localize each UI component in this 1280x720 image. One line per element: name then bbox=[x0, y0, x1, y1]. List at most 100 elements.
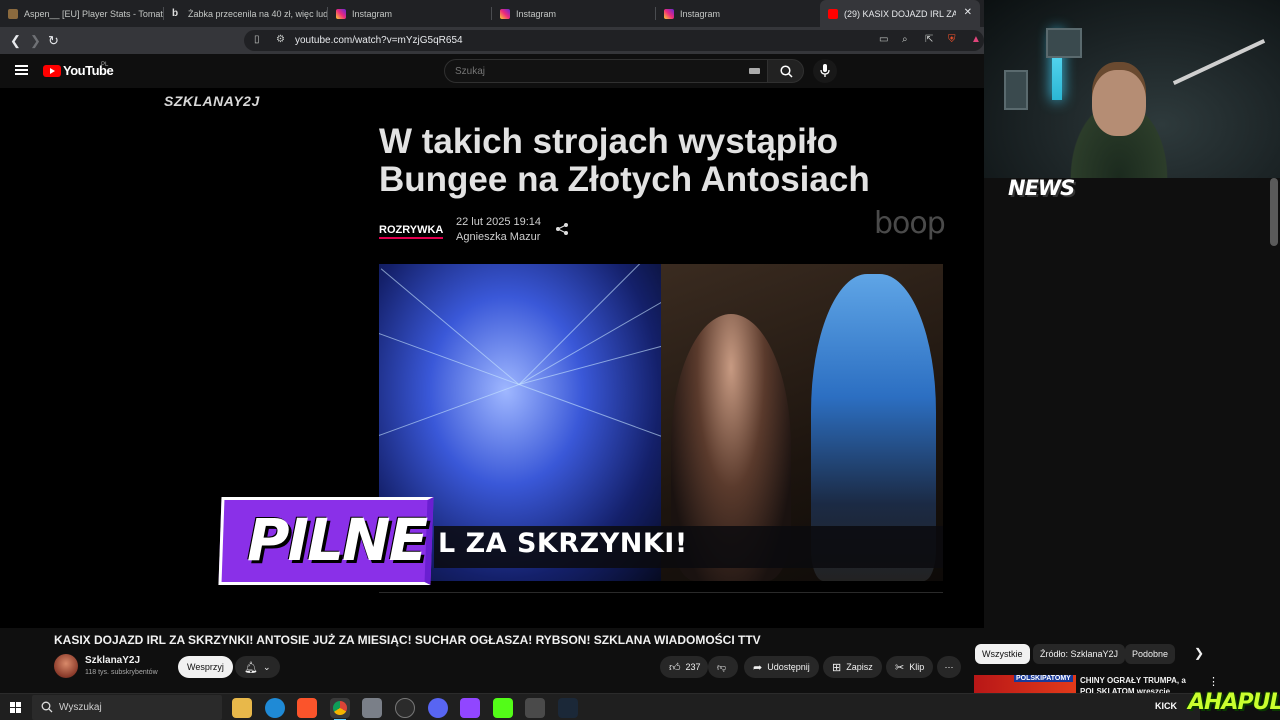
video-player[interactable]: SZKLANAY2J W takich strojach wystąpiło B… bbox=[0, 88, 984, 628]
url-text[interactable]: youtube.com/watch?v=mYzjG5qR654 bbox=[295, 35, 463, 46]
menu-icon[interactable] bbox=[15, 65, 28, 75]
more-icon: ⋯ bbox=[944, 661, 954, 672]
bookmark-icon[interactable]: ▯ bbox=[254, 34, 260, 45]
address-bar[interactable]: ▯ ⚙ youtube.com/watch?v=mYzjG5qR654 ▭ ⌕ … bbox=[244, 30, 984, 51]
microphone-icon bbox=[820, 64, 830, 77]
browser-tab-zabka[interactable]: b Żabka przecenila na 40 zł, więc ludzie bbox=[164, 0, 328, 27]
windows-start-icon[interactable] bbox=[10, 702, 22, 714]
tab-label: Instagram bbox=[516, 8, 557, 19]
share-label: Udostępnij bbox=[767, 662, 810, 672]
like-count: 237 bbox=[685, 662, 701, 672]
windows-taskbar: Wyszukaj bbox=[0, 693, 1200, 720]
dislike-button[interactable]: 👎︎ bbox=[708, 656, 738, 678]
reload-icon[interactable]: ↻ bbox=[48, 33, 59, 49]
zoom-icon[interactable]: ⌕ bbox=[902, 34, 908, 45]
tab-label: (29) KASIX DOJAZD IRL ZA SKRZYNKI! bbox=[844, 8, 956, 19]
article-date: 22 lut 2025 19:14 bbox=[456, 216, 542, 228]
browser-tab-instagram-2[interactable]: Instagram bbox=[492, 0, 656, 27]
brand-logo: AHAPULCO bbox=[1188, 690, 1280, 715]
page-scrollbar[interactable] bbox=[1270, 178, 1278, 246]
browser-tab-tomato[interactable]: Aspen__ [EU] Player Stats - Tomato.gg bbox=[0, 0, 164, 27]
search-icon bbox=[780, 65, 793, 78]
site-info-icon[interactable]: ⚙ bbox=[276, 34, 285, 45]
kick-icon[interactable] bbox=[493, 698, 513, 718]
taskbar-search[interactable]: Wyszukaj bbox=[32, 695, 222, 720]
search-button[interactable] bbox=[767, 59, 804, 83]
game-icon[interactable] bbox=[525, 698, 545, 718]
app-icon[interactable] bbox=[362, 698, 382, 718]
file-explorer-icon[interactable] bbox=[232, 698, 252, 718]
channel-name[interactable]: SzklanaY2J bbox=[85, 655, 140, 666]
twitch-icon[interactable] bbox=[460, 698, 480, 718]
browser-toolbar: ❮ ❯ ↻ ▯ ⚙ youtube.com/watch?v=mYzjG5qR65… bbox=[0, 27, 984, 54]
tab-label: Aspen__ [EU] Player Stats - Tomato.gg bbox=[24, 8, 164, 19]
tab-label: Żabka przecenila na 40 zł, więc ludzie bbox=[188, 8, 328, 19]
more-vert-icon[interactable]: ⋮ bbox=[1208, 675, 1219, 688]
kick-label: KICK bbox=[1155, 701, 1177, 711]
support-button[interactable]: Wesprzyj bbox=[178, 656, 233, 678]
youtube-logo-icon[interactable] bbox=[43, 65, 61, 77]
news-label: NEWS bbox=[1008, 176, 1075, 200]
chevron-right-icon[interactable]: ❯ bbox=[1194, 646, 1204, 660]
instagram-icon bbox=[664, 8, 674, 19]
clip-button[interactable]: ✂ Klip bbox=[886, 656, 934, 678]
like-button[interactable]: 👍︎ 237 bbox=[660, 656, 708, 678]
clip-label: Klip bbox=[909, 662, 925, 672]
webcam-feed bbox=[984, 0, 1280, 178]
share-button[interactable]: ➦ Udostępnij bbox=[744, 656, 819, 678]
thumbnail-tag: POLSKIPATOMY bbox=[1014, 675, 1073, 682]
publisher-logo: boop bbox=[874, 206, 946, 241]
browser-tab-youtube[interactable]: (29) KASIX DOJAZD IRL ZA SKRZYNKI! ✕ bbox=[820, 0, 980, 27]
tab-label: Instagram bbox=[352, 8, 393, 19]
share-page-icon[interactable]: ⇱ bbox=[925, 34, 933, 45]
screen: Aspen__ [EU] Player Stats - Tomato.gg b … bbox=[0, 0, 1280, 720]
brave-shield-icon[interactable]: ⛨ bbox=[948, 34, 956, 45]
article-title-line-2: Bungee na Złotych Antosiach bbox=[379, 160, 870, 199]
search-icon bbox=[41, 701, 53, 713]
brave-rewards-icon[interactable]: ▲ bbox=[971, 34, 981, 45]
browser-tab-instagram-3[interactable]: Instagram bbox=[656, 0, 820, 27]
notifications-button[interactable]: 🔔︎ ⌄ bbox=[235, 656, 280, 678]
browser-tab-instagram-1[interactable]: Instagram bbox=[328, 0, 492, 27]
thumbs-up-icon: 👍︎ bbox=[669, 661, 681, 674]
edge-icon[interactable] bbox=[265, 698, 285, 718]
streamer-head bbox=[1092, 70, 1146, 136]
article-category: ROZRYWKA bbox=[379, 224, 444, 239]
article-author: Agnieszka Mazur bbox=[456, 231, 541, 243]
chrome-icon[interactable] bbox=[330, 698, 350, 720]
subscriber-count: 118 tys. subskrybentów bbox=[85, 669, 158, 676]
country-code: PL bbox=[101, 62, 109, 68]
bell-icon: 🔔︎ bbox=[244, 661, 258, 674]
steam-icon[interactable] bbox=[558, 698, 578, 718]
share-arrow-icon: ➦ bbox=[753, 661, 763, 674]
youtube-header: YouTube PL bbox=[0, 54, 984, 88]
thumbs-down-icon: 👎︎ bbox=[717, 661, 727, 672]
forward-icon[interactable]: ❯ bbox=[30, 33, 41, 49]
article-title-line-1: W takich strojach wystąpiło bbox=[379, 122, 838, 161]
close-tab-icon[interactable]: ✕ bbox=[964, 7, 972, 18]
wall-picture bbox=[1004, 70, 1028, 110]
chip-all[interactable]: Wszystkie bbox=[975, 644, 1030, 664]
back-icon[interactable]: ❮ bbox=[10, 33, 21, 49]
cast-icon[interactable]: ▭ bbox=[879, 34, 888, 45]
video-title: KASIX DOJAZD IRL ZA SKRZYNKI! ANTOSIE JU… bbox=[54, 633, 761, 647]
obs-icon[interactable] bbox=[395, 698, 415, 718]
more-actions-button[interactable]: ⋯ bbox=[937, 656, 961, 678]
chip-related[interactable]: Podobne bbox=[1125, 644, 1176, 664]
save-playlist-icon: ⊞ bbox=[832, 661, 842, 674]
tomato-gg-icon bbox=[8, 8, 18, 19]
caption-text: L ZA SKRZYNKI! bbox=[438, 528, 688, 559]
brave-icon[interactable] bbox=[297, 698, 317, 718]
instagram-icon bbox=[336, 8, 346, 19]
instagram-icon bbox=[500, 8, 510, 19]
taskbar-search-label: Wyszukaj bbox=[59, 702, 102, 713]
discord-icon[interactable] bbox=[428, 698, 448, 718]
pilne-badge-text: PILNE bbox=[247, 506, 428, 574]
voice-search-button[interactable] bbox=[813, 59, 837, 83]
keyboard-icon[interactable] bbox=[749, 68, 760, 74]
youtube-icon bbox=[828, 8, 838, 19]
save-button[interactable]: ⊞ Zapisz bbox=[823, 656, 882, 678]
channel-avatar[interactable] bbox=[54, 654, 78, 678]
chip-source[interactable]: Źródło: SzklanaY2J bbox=[1033, 644, 1126, 664]
search-input[interactable] bbox=[444, 59, 768, 83]
